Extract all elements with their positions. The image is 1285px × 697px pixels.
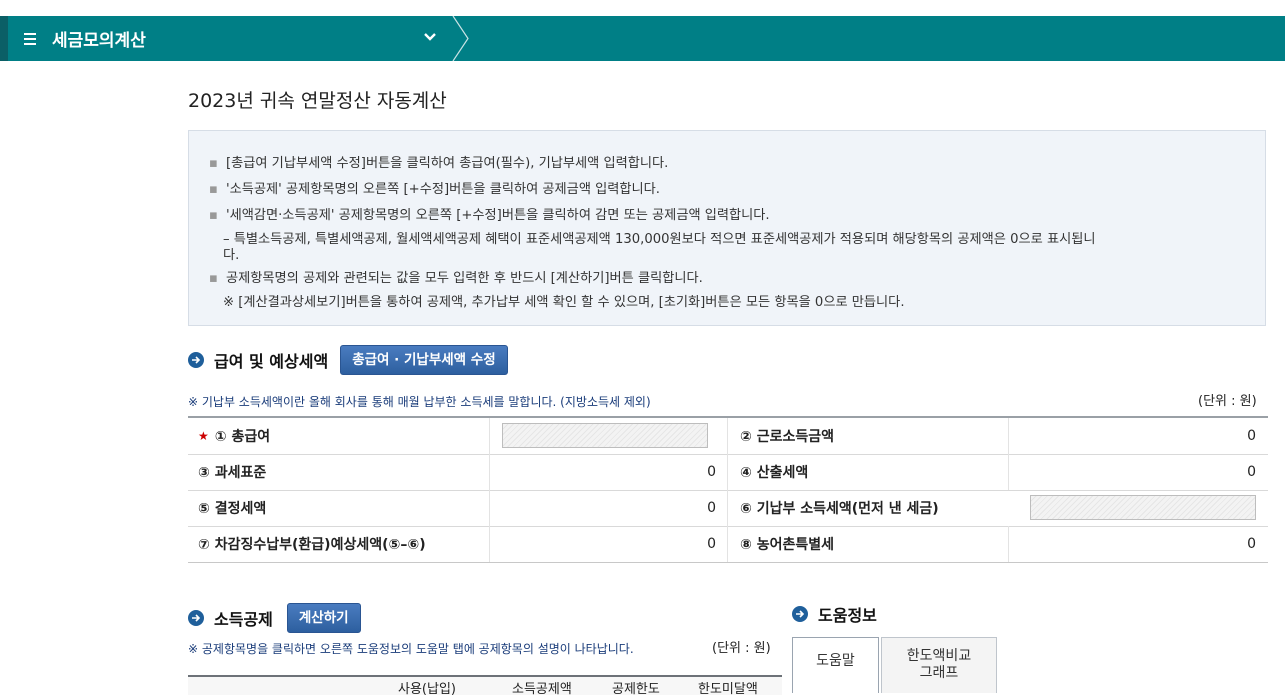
salary-section-title: 급여 및 예상세액: [214, 352, 329, 371]
page-title: 2023년 귀속 연말정산 자동계산: [188, 90, 447, 112]
help-section-header: 도움정보: [792, 602, 877, 626]
hamburger-icon: [24, 30, 36, 48]
label-calculated-tax: ④ 산출세액: [740, 465, 809, 481]
salary-table: ★ ① 총급여 ② 근로소득금액 0 ③ 과세표준 0 ④ 산출세액 0 ⑤ 결정…: [188, 416, 1268, 563]
column-header: 소득공제액: [512, 682, 572, 697]
tab-help-label: 도움말: [816, 653, 855, 669]
help-section-title: 도움정보: [818, 606, 877, 625]
table-row: ⑤ 결정세액 0 ⑥ 기납부 소득세액(먼저 낸 세금): [188, 490, 1268, 527]
unit-label: (단위 : 원): [1198, 394, 1257, 409]
tax-base-value: 0: [707, 464, 716, 480]
salary-section-header: 급여 및 예상세액 총급여 · 기납부세액 수정: [188, 345, 508, 375]
table-row: ★ ① 총급여 ② 근로소득금액 0: [188, 418, 1268, 455]
tab-help[interactable]: 도움말: [792, 637, 879, 693]
deduction-table-header: [188, 675, 782, 695]
tab-graph-label: 그래프: [919, 665, 959, 681]
instruction-subline: 다.: [223, 248, 240, 263]
instruction-line: ▪ '소득공제' 공제항목명의 오른쪽 [+수정]버튼을 클릭하여 공제금액 입력…: [209, 182, 660, 197]
deduction-section-header: 소득공제 계산하기: [188, 603, 361, 633]
label-determined-tax: ⑤ 결정세액: [198, 501, 267, 517]
menu-title: 세금모의계산: [52, 31, 146, 51]
column-header: 공제한도: [612, 682, 660, 697]
instruction-line: ▪ '세액감면·소득공제' 공제항목명의 오른쪽 [+수정]버튼을 클릭하여 감면…: [209, 208, 770, 223]
label-expected-refund: ⑦ 차감징수납부(환급)예상세액(⑤–⑥): [198, 537, 426, 553]
instruction-box: ▪ [총급여 기납부세액 수정]버튼을 클릭하여 총급여(필수), 기납부세액 입…: [188, 130, 1266, 326]
arrow-circle-icon: [792, 606, 808, 622]
instruction-line: ▪ 공제항목명의 공제와 관련되는 값을 모두 입력한 후 반드시 [계산하기]버…: [209, 271, 703, 286]
tab-limit-label: 한도액비교: [906, 648, 972, 664]
instruction-subline: – 특별소득공제, 특별세액공제, 월세액세액공제 혜택이 표준세액공제액 13…: [223, 232, 1096, 247]
instruction-line: ▪ [총급여 기납부세액 수정]버튼을 클릭하여 총급여(필수), 기납부세액 입…: [209, 156, 669, 171]
label-total-salary: ★ ① 총급여: [198, 429, 271, 445]
determined-tax-value: 0: [707, 500, 716, 516]
deduction-note: ※ 공제항목명을 클릭하면 오른쪽 도움정보의 도움말 탭에 공제항목의 설명이…: [188, 642, 634, 656]
table-row: ⑦ 차감징수납부(환급)예상세액(⑤–⑥) 0 ⑧ 농어촌특별세 0: [188, 526, 1268, 563]
breadcrumb-separator-icon: [452, 16, 469, 61]
label-rural-special-tax: ⑧ 농어촌특별세: [740, 537, 835, 553]
label-prepaid-tax: ⑥ 기납부 소득세액(먼저 낸 세금): [740, 501, 939, 517]
calculated-tax-value: 0: [1247, 464, 1256, 480]
top-navigation-bar: 세금모의계산: [0, 16, 1285, 61]
chevron-down-icon[interactable]: [423, 30, 437, 44]
instruction-subline: ※ [계산결과상세보기]버튼을 통하여 공제액, 추가납부 세액 확인 할 수 …: [223, 295, 905, 310]
arrow-circle-icon: [188, 610, 204, 626]
calculate-button[interactable]: 계산하기: [286, 603, 361, 633]
label-earned-income: ② 근로소득금액: [740, 429, 835, 445]
topbar-accent: [0, 16, 8, 61]
required-star-icon: ★: [198, 429, 209, 443]
column-header: 한도미달액: [698, 682, 758, 697]
prepaid-tax-input[interactable]: [1030, 495, 1256, 520]
rural-special-tax-value: 0: [1247, 536, 1256, 552]
deduction-unit-label: (단위 : 원): [712, 641, 771, 656]
deduction-section-title: 소득공제: [214, 610, 273, 629]
total-salary-input[interactable]: [502, 423, 708, 448]
earned-income-value: 0: [1247, 428, 1256, 444]
table-row: ③ 과세표준 0 ④ 산출세액 0: [188, 454, 1268, 491]
label-tax-base: ③ 과세표준: [198, 465, 267, 481]
salary-note: ※ 기납부 소득세액이란 올해 회사를 통해 매월 납부한 소득세를 말합니다.…: [188, 395, 651, 409]
arrow-circle-icon: [188, 352, 204, 368]
column-header: 사용(납입): [398, 682, 456, 697]
edit-salary-button[interactable]: 총급여 · 기납부세액 수정: [340, 345, 508, 375]
menu-dropdown-button[interactable]: 세금모의계산: [8, 16, 468, 61]
expected-refund-value: 0: [707, 536, 716, 552]
tab-limit-comparison-graph[interactable]: 한도액비교 그래프: [881, 637, 997, 693]
